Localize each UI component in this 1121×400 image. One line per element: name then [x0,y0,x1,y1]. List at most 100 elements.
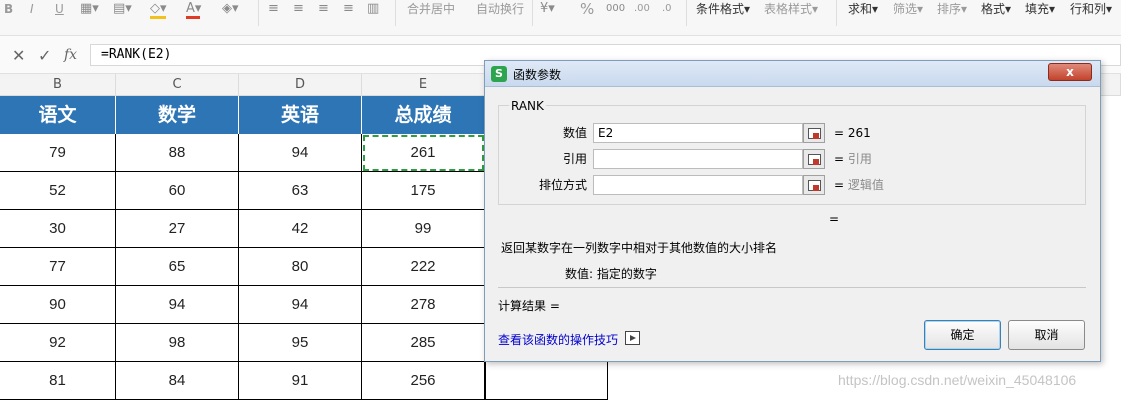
row-col-button[interactable]: 行和列▾ [1070,0,1112,18]
border-icon[interactable]: ▦▾ [80,0,99,18]
dialog-title: 函数参数 [513,68,562,82]
table-cell[interactable]: 65 [116,248,239,286]
watermark: https://blog.csdn.net/weixin_45048106 [838,372,1077,388]
table-cell[interactable]: 77 [0,248,116,286]
check-icon[interactable]: ✓ [38,46,51,65]
cancel-button[interactable]: 取消 [1008,320,1085,350]
italic-button[interactable]: I [30,0,34,18]
currency-icon[interactable]: ¥▾ [540,0,555,18]
bold-button[interactable]: B [4,0,13,18]
align-right-icon[interactable]: ≡ [318,0,329,18]
column-header-c[interactable]: C [116,74,239,96]
clear-format-icon[interactable]: ◈▾ [222,0,239,18]
argument-help: 数值: 指定的数字 [565,267,657,281]
divider [532,0,533,26]
close-button[interactable]: x [1048,63,1092,81]
wrap-text-button[interactable]: 自动换行 [476,0,524,18]
range-select-icon[interactable] [803,175,825,195]
header-chinese[interactable]: 语文 [0,96,116,134]
cell-style-icon[interactable]: ▤▾ [113,0,132,18]
arg-input-number[interactable]: E2 [593,123,803,143]
align-left-icon[interactable]: ≡ [268,0,279,18]
table-cell[interactable]: 98 [116,324,239,362]
column-header-e[interactable]: E [362,74,485,96]
table-cell[interactable]: 175 [362,172,485,210]
table-cell[interactable]: 94 [116,286,239,324]
distribute-icon[interactable]: ▥ [367,0,379,18]
decimal-increase-button[interactable]: .00 [634,0,650,18]
table-cell[interactable]: 88 [116,134,239,172]
fill-color-swatch [150,16,166,19]
header-english[interactable]: 英语 [239,96,362,134]
arg-result-number: = 261 [834,126,871,140]
help-link[interactable]: 查看该函数的操作技巧 [498,331,618,348]
table-cell[interactable]: 27 [116,210,239,248]
divider [836,0,837,26]
range-select-icon[interactable] [803,149,825,169]
arg-label-order: 排位方式 [538,178,587,192]
underline-button[interactable]: U [55,0,64,18]
function-name: RANK [509,99,546,113]
column-header-b[interactable]: B [0,74,116,96]
selected-cell[interactable]: 261 [362,134,485,172]
table-cell[interactable]: 285 [362,324,485,362]
table-cell[interactable]: 63 [239,172,362,210]
calc-result: 计算结果 = [498,299,560,313]
fill-button[interactable]: 填充▾ [1025,0,1055,18]
merge-center-button[interactable]: 合并居中 [407,0,455,18]
header-total[interactable]: 总成绩 [362,96,485,134]
video-icon[interactable] [625,331,640,345]
justify-icon[interactable]: ≡ [343,0,354,18]
table-cell[interactable]: 90 [0,286,116,324]
function-arguments-dialog: S 函数参数 x RANK 数值 E2 = 261 引用 = 引用 排位方式 =… [484,60,1101,362]
arg-input-order[interactable] [593,175,803,195]
table-cell[interactable]: 30 [0,210,116,248]
arg-label-ref: 引用 [562,152,587,166]
table-cell[interactable]: 256 [362,362,485,400]
align-center-icon[interactable]: ≡ [293,0,304,18]
ok-button[interactable]: 确定 [924,320,1001,350]
sort-button[interactable]: 排序▾ [937,0,967,18]
table-cell[interactable] [485,362,608,400]
table-cell[interactable]: 222 [362,248,485,286]
thousands-icon[interactable]: 000 [606,0,625,18]
range-select-icon[interactable] [803,123,825,143]
table-cell[interactable]: 80 [239,248,362,286]
table-cell[interactable]: 60 [116,172,239,210]
divider [258,0,259,26]
app-logo-icon: S [491,66,507,82]
table-cell[interactable]: 95 [239,324,362,362]
table-cell[interactable]: 42 [239,210,362,248]
column-header-d[interactable]: D [239,74,362,96]
dialog-titlebar[interactable]: S 函数参数 x [485,61,1100,87]
percent-button[interactable]: % [580,0,594,18]
table-cell[interactable]: 278 [362,286,485,324]
divider [498,287,1086,288]
divider [686,0,687,26]
table-cell[interactable]: 84 [116,362,239,400]
fx-icon[interactable]: fx [64,47,77,63]
filter-button[interactable]: 筛选▾ [893,0,923,18]
font-color-swatch [186,16,200,19]
table-style-button[interactable]: 表格样式▾ [764,0,818,18]
table-cell[interactable]: 81 [0,362,116,400]
header-math[interactable]: 数学 [116,96,239,134]
conditional-format-button[interactable]: 条件格式▾ [696,0,750,18]
table-cell[interactable]: 91 [239,362,362,400]
table-cell[interactable]: 79 [0,134,116,172]
close-icon[interactable]: ✕ [12,46,25,65]
function-description: 返回某数字在一列数字中相对于其他数值的大小排名 [501,241,778,255]
table-cell[interactable]: 99 [362,210,485,248]
sum-button[interactable]: 求和▾ [848,0,878,18]
table-cell[interactable]: 92 [0,324,116,362]
table-cell[interactable]: 94 [239,286,362,324]
arg-result-ref: = 引用 [834,152,872,166]
arg-result-order: = 逻辑值 [834,178,884,192]
arg-input-ref[interactable] [593,149,803,169]
divider [395,0,396,26]
table-cell[interactable]: 94 [239,134,362,172]
format-button[interactable]: 格式▾ [981,0,1011,18]
arg-label-number: 数值 [562,126,587,140]
decimal-decrease-button[interactable]: .0 [662,0,672,18]
table-cell[interactable]: 52 [0,172,116,210]
